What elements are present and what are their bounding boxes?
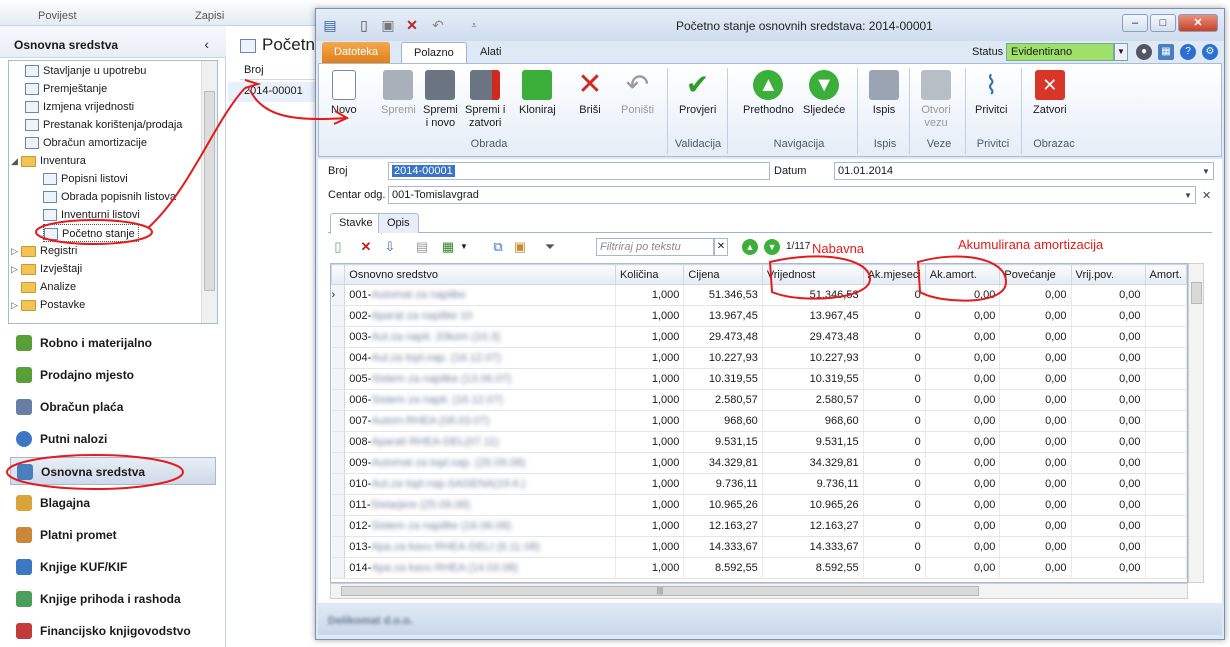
annotation-arrow-1: [147, 87, 246, 229]
annotation-akumulirana: Akumulirana amortizacija: [958, 237, 1104, 252]
annotation-circle-vrijednost: [768, 255, 872, 300]
annotation-nabavna: Nabavna: [812, 241, 865, 256]
annotation-circle-pocetno: [35, 219, 153, 245]
annotation-arrow-2: [249, 89, 346, 121]
annotation-circle-module: [6, 454, 184, 490]
annotation-arrowhead-1: [244, 79, 262, 89]
annotation-circle-akamort: [916, 255, 1008, 302]
annotation-overlay: [6, 79, 1008, 490]
